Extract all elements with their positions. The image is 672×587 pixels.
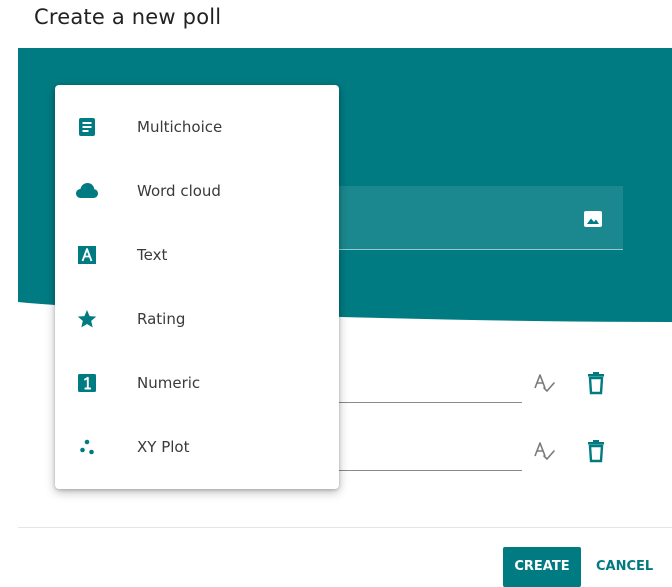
menu-item-label: Text: [137, 246, 168, 264]
option-input[interactable]: [330, 470, 522, 471]
menu-item-numeric[interactable]: Numeric: [55, 355, 339, 411]
menu-item-rating[interactable]: Rating: [55, 291, 339, 347]
menu-item-label: XY Plot: [137, 438, 190, 456]
spellcheck-icon[interactable]: [532, 439, 556, 463]
option-row: [330, 363, 610, 403]
text-a-icon: [78, 246, 96, 264]
menu-item-text[interactable]: Text: [55, 227, 339, 283]
poll-dialog: Create a new poll CREATE CANCEL Multicho…: [0, 0, 672, 587]
menu-item-label: Multichoice: [137, 118, 223, 136]
scatter-dots-icon: [80, 439, 94, 455]
menu-item-label: Rating: [137, 310, 186, 328]
poll-type-menu: Multichoice Word cloud Text Rating Numer…: [55, 85, 339, 489]
cloud-icon: [76, 183, 98, 198]
menu-item-label: Word cloud: [137, 182, 221, 200]
numeric-one-icon: [78, 374, 96, 392]
multichoice-icon: [79, 118, 95, 136]
trash-icon[interactable]: [586, 371, 606, 395]
question-input[interactable]: [330, 186, 623, 250]
image-icon[interactable]: [583, 209, 603, 229]
menu-item-xy-plot[interactable]: XY Plot: [55, 419, 339, 475]
star-icon: [77, 310, 97, 328]
cancel-button[interactable]: CANCEL: [596, 547, 666, 587]
option-row: [330, 431, 610, 471]
option-input[interactable]: [330, 402, 522, 403]
trash-icon[interactable]: [586, 439, 606, 463]
menu-item-word-cloud[interactable]: Word cloud: [55, 163, 339, 219]
spellcheck-icon[interactable]: [532, 371, 556, 395]
menu-item-label: Numeric: [137, 374, 201, 392]
menu-item-multichoice[interactable]: Multichoice: [55, 99, 339, 155]
footer-divider: [18, 527, 672, 528]
create-button[interactable]: CREATE: [503, 547, 581, 587]
page-title: Create a new poll: [34, 5, 222, 29]
